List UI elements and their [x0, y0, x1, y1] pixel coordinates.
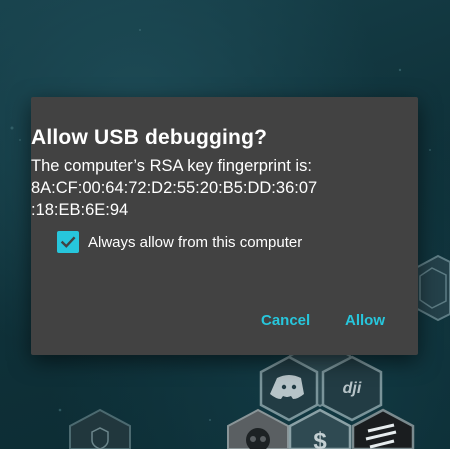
- rsa-fingerprint-line-2: :18:EB:6E:94: [31, 201, 129, 219]
- allow-button[interactable]: Allow: [345, 312, 385, 329]
- dialog-message: The computer’s RSA key fingerprint is: 8…: [31, 155, 317, 221]
- checkmark-icon: [60, 236, 76, 248]
- rsa-fingerprint-intro: The computer’s RSA key fingerprint is:: [31, 157, 312, 175]
- dialog-title: Allow USB debugging?: [31, 126, 268, 149]
- always-allow-checkbox[interactable]: [57, 231, 79, 253]
- rsa-fingerprint-line-1: 8A:CF:00:64:72:D2:55:20:B5:DD:36:07: [31, 179, 318, 197]
- cancel-button[interactable]: Cancel: [261, 312, 310, 329]
- dji-icon: dji: [321, 355, 383, 422]
- always-allow-label[interactable]: Always allow from this computer: [88, 234, 302, 251]
- shield-icon: [69, 408, 131, 449]
- svg-text:$: $: [313, 428, 327, 449]
- svg-text:dji: dji: [343, 380, 362, 397]
- discord-icon: [259, 355, 319, 422]
